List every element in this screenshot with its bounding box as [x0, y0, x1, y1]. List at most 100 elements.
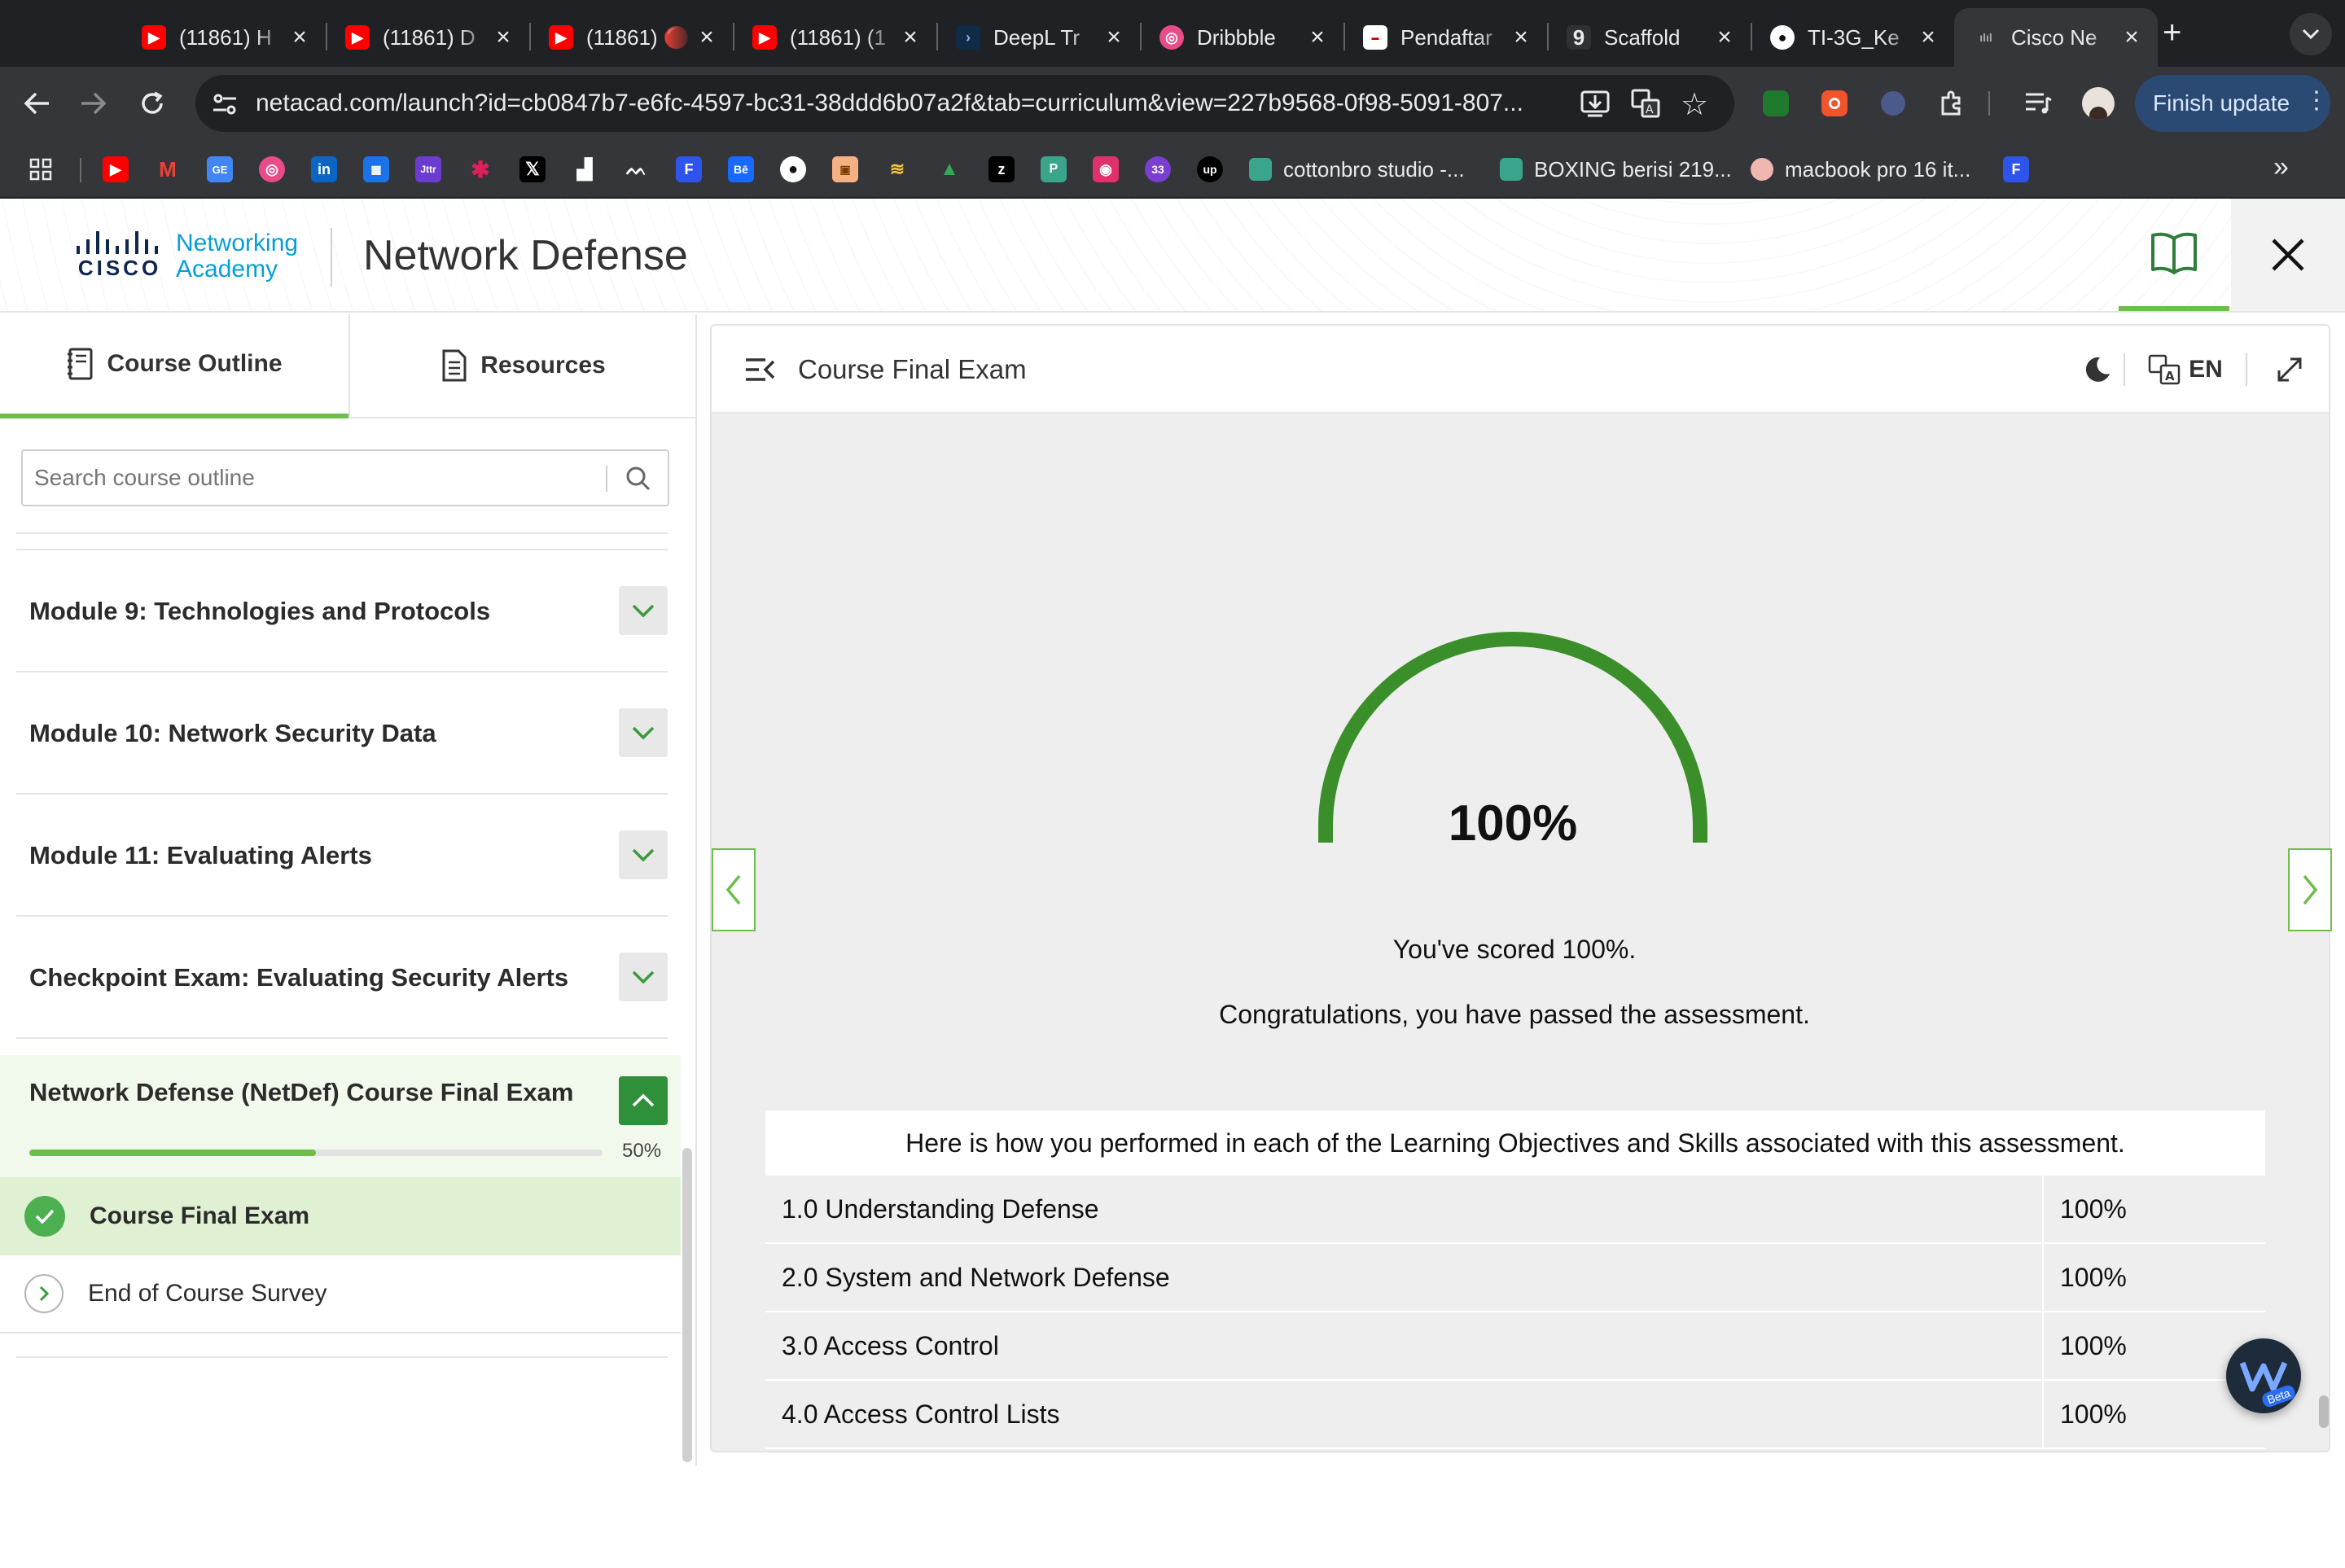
close-tab-icon[interactable]: × — [899, 24, 922, 51]
reload-icon[interactable] — [132, 83, 173, 124]
profile-avatar-icon[interactable] — [2078, 83, 2119, 124]
more-menu-icon[interactable]: ⋮ — [2304, 86, 2329, 115]
apps-grid-icon[interactable] — [28, 156, 54, 182]
install-app-icon[interactable] — [1580, 88, 1611, 123]
linkedin-icon[interactable]: in — [311, 156, 337, 182]
extension-evernote-icon[interactable] — [1755, 83, 1796, 124]
module-item[interactable]: Checkpoint Exam: Evaluating Security Ale… — [16, 915, 668, 1037]
close-tab-icon[interactable]: × — [492, 24, 515, 51]
github-icon[interactable]: ● — [780, 156, 806, 182]
browser-tab[interactable]: › DeepL Tr × — [936, 8, 1140, 67]
module-progress-label: 50% — [622, 1140, 662, 1162]
expand-module-button[interactable] — [619, 953, 668, 1001]
collapse-sidebar-icon[interactable] — [744, 357, 777, 387]
figma-bookmark-icon[interactable]: ▣ — [832, 156, 858, 182]
new-tab-icon[interactable]: + — [2163, 15, 2181, 51]
reading-list-icon[interactable] — [2018, 83, 2058, 124]
close-tab-icon[interactable]: × — [1102, 24, 1125, 51]
lesson-item[interactable]: End of Course Survey — [0, 1255, 681, 1334]
close-course-button[interactable] — [2231, 199, 2345, 311]
fullscreen-icon[interactable] — [2267, 347, 2312, 392]
tab-search-icon[interactable] — [2290, 13, 2332, 55]
close-tab-icon[interactable]: × — [1917, 24, 1940, 51]
browser-tab[interactable]: ▶ (11861) 🔴 × — [529, 8, 733, 67]
gmail-icon[interactable]: M — [155, 156, 181, 182]
youtube-icon[interactable]: ▶ — [103, 156, 129, 182]
previous-page-button[interactable] — [712, 848, 756, 931]
forms-icon[interactable]: F — [676, 156, 702, 182]
browser-tab[interactable]: ▶ (11861) D × — [326, 8, 529, 67]
youtube-icon: ▶ — [345, 25, 370, 50]
search-input[interactable] — [33, 456, 603, 500]
behance-icon[interactable]: Bē — [728, 156, 754, 182]
cisco-networking-academy-logo[interactable]: CISCO Networking Academy — [73, 228, 309, 285]
close-tab-icon[interactable]: × — [1713, 24, 1736, 51]
browser-tab[interactable]: ◎ Dribbble × — [1140, 8, 1343, 67]
calendar-icon[interactable]: ▦ — [363, 156, 389, 182]
objective-score: 100% — [2060, 1330, 2127, 1360]
close-tab-icon[interactable]: × — [695, 24, 718, 51]
collapse-module-button[interactable] — [619, 1076, 668, 1125]
forms-icon[interactable]: F — [2003, 156, 2029, 182]
expand-module-button[interactable] — [619, 708, 668, 757]
more-bookmarks-icon[interactable]: » — [2273, 151, 2289, 183]
webflow-widget-button[interactable]: Beta — [2226, 1338, 2301, 1413]
notification-badge-icon[interactable]: 33 — [1145, 156, 1171, 182]
forward-icon[interactable] — [73, 83, 114, 124]
wave-icon[interactable]: ᨓ — [624, 156, 650, 182]
zeplin-icon[interactable]: z — [988, 156, 1015, 182]
extension-record-icon[interactable] — [1814, 83, 1855, 124]
bookmark-link[interactable]: BOXING berisi 219... — [1500, 154, 1732, 185]
close-tab-icon[interactable]: × — [288, 24, 311, 51]
module-item[interactable]: Module 11: Evaluating Alerts — [16, 793, 668, 915]
close-tab-icon[interactable]: × — [2120, 24, 2143, 51]
language-selector[interactable]: A EN — [2145, 347, 2226, 392]
site-settings-icon[interactable] — [210, 90, 239, 119]
sidebar-scrollbar[interactable] — [682, 1148, 692, 1462]
github-icon: ● — [1770, 25, 1795, 50]
extensions-puzzle-icon[interactable] — [1931, 83, 1972, 124]
tab-title: Scaffold — [1604, 24, 1681, 50]
bookmark-link[interactable]: macbook pro 16 it... — [1751, 154, 1970, 185]
browser-tab[interactable]: ▶ (11861) (1 × — [733, 8, 936, 67]
content-scrollbar[interactable] — [2319, 1395, 2329, 1428]
lesson-item-completed[interactable]: Course Final Exam — [0, 1177, 681, 1255]
next-page-button[interactable] — [2288, 848, 2332, 931]
extension-cursor-icon[interactable] — [1873, 83, 1913, 124]
x-twitter-icon[interactable]: 𝕏 — [519, 156, 546, 182]
browser-tab[interactable]: ▬ Pendaftar × — [1343, 8, 1547, 67]
close-tab-icon[interactable]: × — [1510, 24, 1532, 51]
back-icon[interactable] — [16, 83, 57, 124]
upwork-icon[interactable]: up — [1197, 156, 1223, 182]
expand-module-button[interactable] — [619, 586, 668, 635]
dribbble-icon[interactable]: ◎ — [259, 156, 285, 182]
module-item[interactable]: Module 10: Network Security Data — [16, 671, 668, 793]
tab-resources[interactable]: Resources — [348, 314, 697, 418]
google-drive-icon[interactable]: ▲ — [936, 156, 962, 182]
expand-module-button[interactable] — [619, 830, 668, 879]
jitter-icon[interactable]: Jttr — [415, 156, 441, 182]
chevron-left-icon — [725, 874, 741, 905]
address-bar[interactable]: netacad.com/launch?id=cb0847b7-e6fc-4597… — [195, 75, 1734, 132]
translate-icon[interactable]: A — [1630, 88, 1661, 123]
browser-tab[interactable]: 9 Scaffold × — [1547, 8, 1751, 67]
browser-tab-active[interactable]: ılıl Cisco Ne × — [1954, 8, 2158, 67]
slack-icon[interactable]: ✱ — [467, 156, 493, 182]
instagram-icon[interactable]: ◉ — [1093, 156, 1119, 182]
search-icon[interactable] — [622, 462, 655, 495]
close-tab-icon[interactable]: × — [1306, 24, 1329, 51]
bookmark-link[interactable]: cottonbro studio -... — [1249, 154, 1465, 185]
google-classroom-icon[interactable]: GE — [207, 156, 233, 182]
notion-green-icon[interactable]: P — [1041, 156, 1067, 182]
browser-tab[interactable]: ● TI-3G_Ke × — [1751, 8, 1954, 67]
stack-icon[interactable]: ≋ — [884, 156, 910, 182]
active-module-header[interactable]: Network Defense (NetDef) Course Final Ex… — [0, 1055, 681, 1177]
course-book-button[interactable] — [2119, 199, 2229, 311]
dark-mode-icon[interactable] — [2075, 347, 2120, 392]
tab-course-outline[interactable]: Course Outline — [0, 314, 348, 418]
bookmark-star-icon[interactable]: ☆ — [1681, 86, 1708, 123]
browser-tab[interactable]: ▶ (11861) H × — [122, 8, 326, 67]
module-item[interactable]: Module 9: Technologies and Protocols — [16, 549, 668, 671]
finish-update-button[interactable]: Finish update ⋮ — [2135, 75, 2330, 132]
unsplash-icon[interactable]: ▟ — [572, 156, 598, 182]
